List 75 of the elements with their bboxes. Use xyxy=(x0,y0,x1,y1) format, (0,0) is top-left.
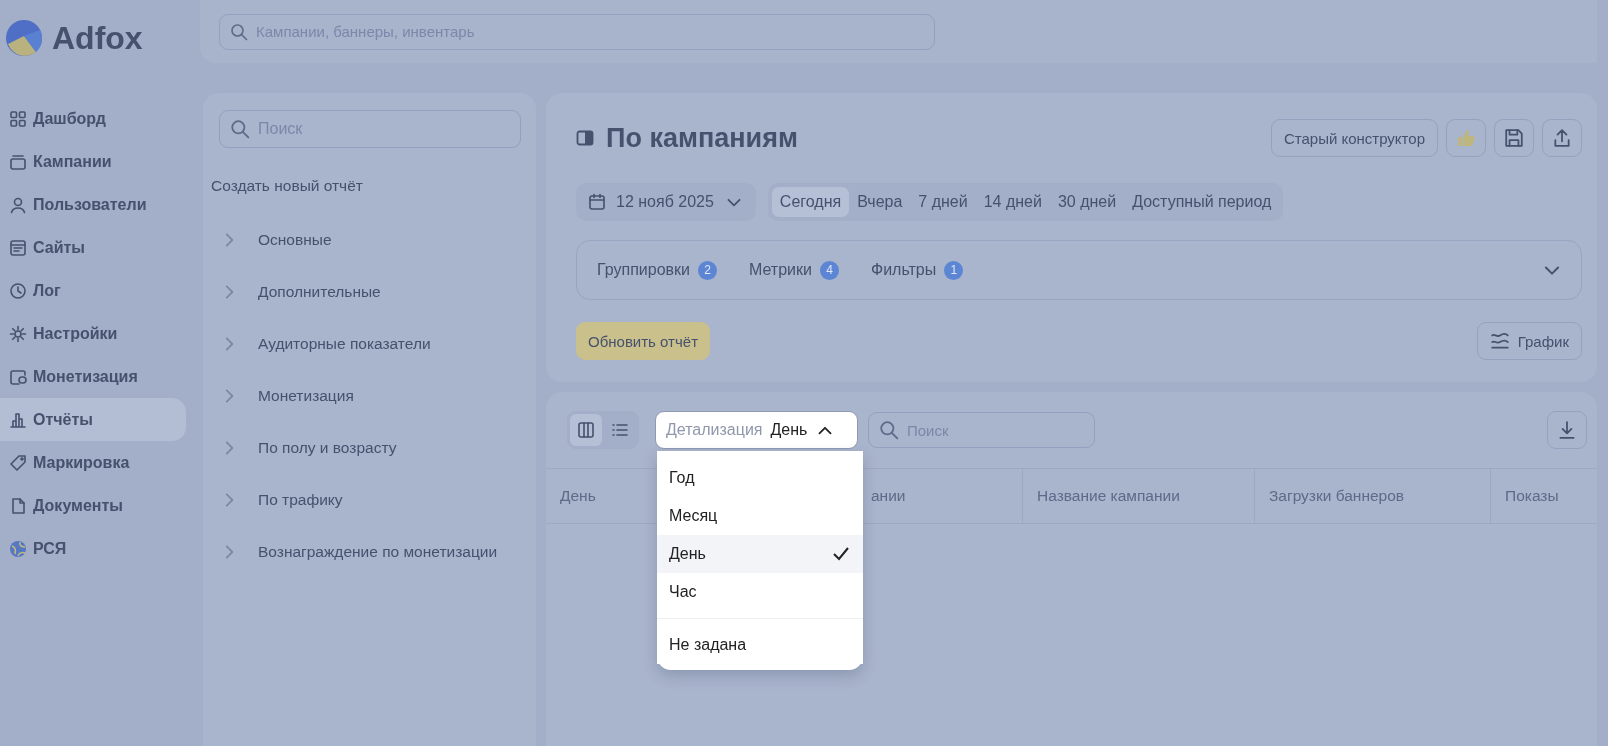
download-button[interactable] xyxy=(1547,411,1587,449)
logo-text: Adfox xyxy=(52,19,143,57)
tag-icon xyxy=(9,453,27,472)
count-badge: 1 xyxy=(944,260,964,280)
date-picker[interactable]: 12 нояб 2025 xyxy=(576,183,756,221)
grid-icon xyxy=(9,109,27,128)
period-tab[interactable]: Доступный период xyxy=(1124,187,1280,217)
period-tab[interactable]: 14 дней xyxy=(975,187,1050,217)
save-button[interactable] xyxy=(1494,119,1534,157)
section-tab[interactable]: Группировки xyxy=(597,261,690,279)
document-icon xyxy=(9,496,27,515)
detail-select[interactable]: Детализация День xyxy=(655,411,858,449)
report-group[interactable]: По полу и возрасту xyxy=(219,422,520,474)
menu-option[interactable]: Не задана xyxy=(657,626,863,664)
list-icon xyxy=(611,421,629,439)
sidebar-item[interactable]: Кампании xyxy=(0,140,186,183)
column-header[interactable]: Загрузки баннеров xyxy=(1269,487,1405,505)
columns-icon xyxy=(577,421,595,439)
column-header[interactable]: Название кампании xyxy=(1037,487,1180,505)
period-tab[interactable]: 7 дней xyxy=(910,187,976,217)
report-group[interactable]: Вознаграждение по монетизации xyxy=(219,526,520,578)
globe-icon xyxy=(9,539,27,558)
clock-icon xyxy=(9,281,27,300)
report-group[interactable]: Аудиторные показатели xyxy=(219,318,520,370)
sidebar-item[interactable]: Документы xyxy=(0,484,186,527)
sidebar-item[interactable]: Лог xyxy=(0,269,186,312)
upload-icon xyxy=(1552,128,1572,148)
wallet-icon xyxy=(9,367,27,386)
search-icon xyxy=(230,119,250,139)
report-group[interactable]: Монетизация xyxy=(219,370,520,422)
panel-toggle-icon[interactable] xyxy=(576,129,594,147)
period-tab[interactable]: Вчера xyxy=(849,187,911,217)
person-icon xyxy=(9,195,27,214)
menu-option[interactable]: Месяц xyxy=(657,497,863,535)
calendar-icon xyxy=(588,193,606,211)
sidebar-item[interactable]: РСЯ xyxy=(0,527,186,570)
count-badge: 2 xyxy=(698,260,717,280)
thumbs-up-icon xyxy=(1456,128,1476,148)
download-icon xyxy=(1557,420,1577,440)
sidebar-item[interactable]: Сайты xyxy=(0,226,186,269)
section-tab[interactable]: Метрики xyxy=(749,261,812,279)
column-header[interactable]: ании xyxy=(871,487,906,505)
report-group[interactable]: По трафику xyxy=(219,474,520,526)
update-report-button[interactable]: Обновить отчёт xyxy=(576,322,710,360)
sidebar-item[interactable]: Дашборд xyxy=(0,97,186,140)
count-badge: 4 xyxy=(819,260,839,280)
chart-lines-icon xyxy=(1489,331,1510,351)
period-tab[interactable]: 30 дней xyxy=(1049,187,1125,217)
search-icon xyxy=(879,420,899,440)
chart-button[interactable]: График xyxy=(1476,322,1582,360)
search-icon xyxy=(230,22,248,41)
logo-icon xyxy=(6,20,42,56)
sidebar-item[interactable]: Монетизация xyxy=(0,355,186,398)
menu-option[interactable]: День xyxy=(657,535,863,573)
gear-icon xyxy=(9,324,27,343)
report-group[interactable]: Дополнительные xyxy=(219,266,520,318)
sidebar-item[interactable]: Пользователи xyxy=(0,183,186,226)
view-toggle[interactable] xyxy=(570,414,602,446)
sidebar-item[interactable]: Маркировка xyxy=(0,441,186,484)
column-header[interactable]: День xyxy=(560,487,596,505)
column-header[interactable]: Показы xyxy=(1505,487,1559,505)
section-tab[interactable]: Фильтры xyxy=(870,261,937,279)
bar-chart-icon xyxy=(9,410,27,429)
sidebar-item[interactable]: Настройки xyxy=(0,312,186,355)
report-title: По кампаниям xyxy=(606,122,799,154)
create-report-link[interactable]: Создать новый отчёт xyxy=(211,177,363,195)
report-group[interactable]: Основные xyxy=(219,214,520,266)
old-builder-button[interactable]: Старый конструктор xyxy=(1270,119,1438,157)
sidebar-item[interactable]: Отчёты xyxy=(0,398,186,441)
period-tab[interactable]: Сегодня xyxy=(771,187,850,217)
browser-icon xyxy=(9,238,27,257)
share-button[interactable] xyxy=(1542,119,1582,157)
menu-option[interactable]: Год xyxy=(657,459,863,497)
menu-option[interactable]: Час xyxy=(657,573,863,611)
folder-icon xyxy=(9,152,27,171)
